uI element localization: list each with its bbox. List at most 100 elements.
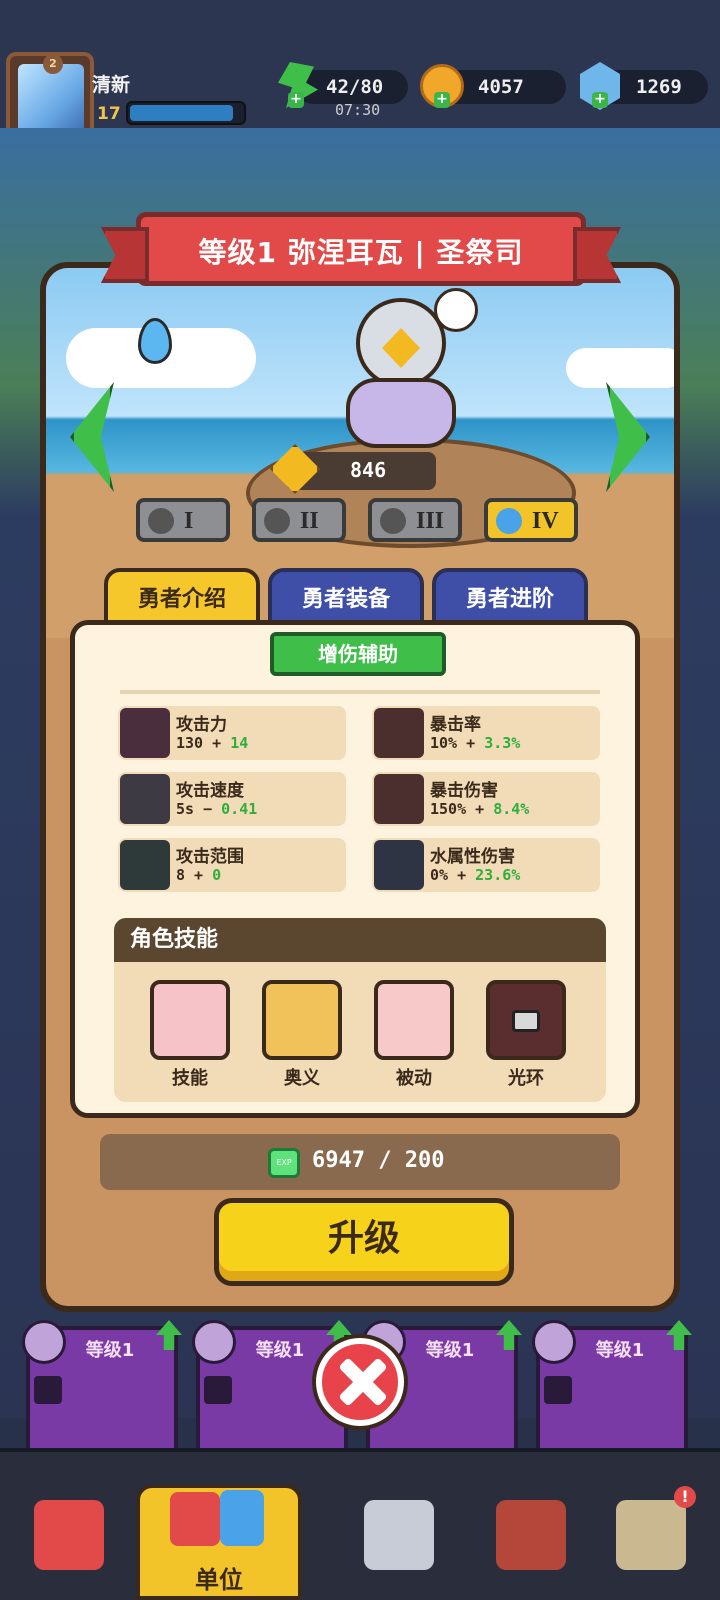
unit-level: 等级1 xyxy=(85,1340,135,1361)
bottom-navigation xyxy=(0,1448,720,1600)
tier-4-button[interactable]: IV xyxy=(484,498,578,542)
clover-icon xyxy=(496,508,522,534)
stat-name: 暴击伤害 xyxy=(430,781,498,801)
avatar-image xyxy=(18,64,84,134)
tab-hero-intro[interactable]: 勇者介绍 xyxy=(104,568,260,626)
aura-label: 光环 xyxy=(508,1068,544,1089)
battle-swords-icon[interactable] xyxy=(364,1500,434,1570)
tier-label: II xyxy=(300,508,319,534)
tier-label: I xyxy=(184,508,194,534)
notification-badge-icon: ! xyxy=(674,1486,696,1508)
stat-attack-range: 攻击范围 8 + 0 xyxy=(118,838,346,892)
tier-label: IV xyxy=(532,508,559,534)
energy-timer: 07:30 xyxy=(335,101,381,119)
tier-1-button[interactable]: I xyxy=(136,498,230,542)
player-level: 17 xyxy=(97,104,121,124)
water-damage-icon xyxy=(374,840,424,890)
crit-damage-icon xyxy=(374,774,424,824)
exp-gem-icon: EXP xyxy=(268,1148,300,1178)
stat-crit-rate: 暴击率 10% + 3.3% xyxy=(372,706,600,760)
add-gem-icon[interactable]: + xyxy=(592,92,608,108)
skill-icon[interactable] xyxy=(150,980,230,1060)
unit-cat-icon xyxy=(170,1492,220,1546)
stat-base: 10% + xyxy=(430,734,476,752)
stat-base: 150% + xyxy=(430,800,485,818)
lock-icon xyxy=(512,1010,540,1032)
map-icon[interactable] xyxy=(616,1500,686,1570)
attack-range-icon xyxy=(120,840,170,890)
stat-attack-speed: 攻击速度 5s − 0.41 xyxy=(118,772,346,826)
player-xp-bar xyxy=(126,101,246,125)
cloud xyxy=(566,348,674,388)
hero-title-banner: 等级1 弥涅耳瓦 | 圣祭司 xyxy=(136,212,586,286)
stat-base: 8 + xyxy=(176,866,204,884)
hero-orb xyxy=(434,288,478,332)
stat-value: 130 + 14 xyxy=(176,734,248,752)
attack-speed-icon xyxy=(120,774,170,824)
lightning-element-icon xyxy=(204,1376,232,1404)
stat-name: 水属性伤害 xyxy=(430,847,515,867)
exp-value: 6947 / 200 xyxy=(312,1148,445,1173)
stat-base: 130 + xyxy=(176,734,222,752)
water-drop-icon xyxy=(138,318,172,364)
stat-base: 0% + xyxy=(430,866,467,884)
aura-locked-icon[interactable] xyxy=(486,980,566,1060)
crit-rate-icon xyxy=(374,708,424,758)
stat-value: 150% + 8.4% xyxy=(430,800,529,818)
skill-label: 技能 xyxy=(172,1068,208,1089)
add-gold-icon[interactable]: + xyxy=(434,92,450,108)
shop-icon[interactable] xyxy=(34,1500,104,1570)
exp-bar: 6947 / 200 xyxy=(100,1134,620,1190)
player-name: 清新 xyxy=(92,74,131,96)
stat-bonus: 8.4% xyxy=(493,800,530,818)
clover-icon xyxy=(264,508,290,534)
stat-name: 攻击范围 xyxy=(176,847,244,867)
ultimate-icon[interactable] xyxy=(262,980,342,1060)
close-button[interactable] xyxy=(316,1338,404,1426)
unit-level: 等级1 xyxy=(595,1340,645,1361)
gem-value: 1269 xyxy=(636,76,682,98)
player-xp-fill xyxy=(130,105,234,121)
attack-icon xyxy=(120,708,170,758)
divider xyxy=(120,690,600,694)
passive-label: 被动 xyxy=(396,1068,432,1089)
upgrade-button[interactable]: 升级 xyxy=(214,1198,514,1286)
earth-element-icon xyxy=(34,1376,62,1404)
tier-label: III xyxy=(416,508,445,534)
stat-name: 攻击力 xyxy=(176,715,227,735)
stat-name: 暴击率 xyxy=(430,715,481,735)
nav-units-label: 单位 xyxy=(195,1566,243,1594)
tab-hero-advance[interactable]: 勇者进阶 xyxy=(432,568,588,626)
hero-title: 等级1 弥涅耳瓦 | 圣祭司 xyxy=(198,236,524,269)
ultimate-label: 奥义 xyxy=(284,1068,320,1089)
skills-title: 角色技能 xyxy=(114,918,606,962)
stat-attack: 攻击力 130 + 14 xyxy=(118,706,346,760)
stat-bonus: 3.3% xyxy=(484,734,521,752)
stat-bonus: 0 xyxy=(212,866,222,884)
stat-value: 10% + 3.3% xyxy=(430,734,520,752)
stat-name: 攻击速度 xyxy=(176,781,244,801)
power-value: 846 xyxy=(350,458,387,482)
unit-level: 等级1 xyxy=(425,1340,475,1361)
hero-mount xyxy=(346,378,456,448)
stat-bonus: 23.6% xyxy=(475,866,521,884)
stat-bonus: 0.41 xyxy=(221,800,258,818)
avatar-badge: 2 xyxy=(43,56,63,74)
add-energy-icon[interactable]: + xyxy=(288,92,304,108)
stat-bonus: 14 xyxy=(230,734,249,752)
stat-value: 0% + 23.6% xyxy=(430,866,520,884)
stat-value: 8 + 0 xyxy=(176,866,221,884)
stat-value: 5s − 0.41 xyxy=(176,800,257,818)
tier-3-button[interactable]: III xyxy=(368,498,462,542)
unit-cat-icon xyxy=(220,1490,264,1546)
clover-icon xyxy=(148,508,174,534)
energy-value: 42/80 xyxy=(326,76,384,98)
tier-2-button[interactable]: II xyxy=(252,498,346,542)
ship-icon[interactable] xyxy=(496,1500,566,1570)
role-ribbon: 增伤辅助 xyxy=(270,632,446,676)
tab-hero-equipment[interactable]: 勇者装备 xyxy=(268,568,424,626)
passive-icon[interactable] xyxy=(374,980,454,1060)
gold-value: 4057 xyxy=(478,76,524,98)
stat-crit-damage: 暴击伤害 150% + 8.4% xyxy=(372,772,600,826)
hero-character xyxy=(316,288,486,468)
